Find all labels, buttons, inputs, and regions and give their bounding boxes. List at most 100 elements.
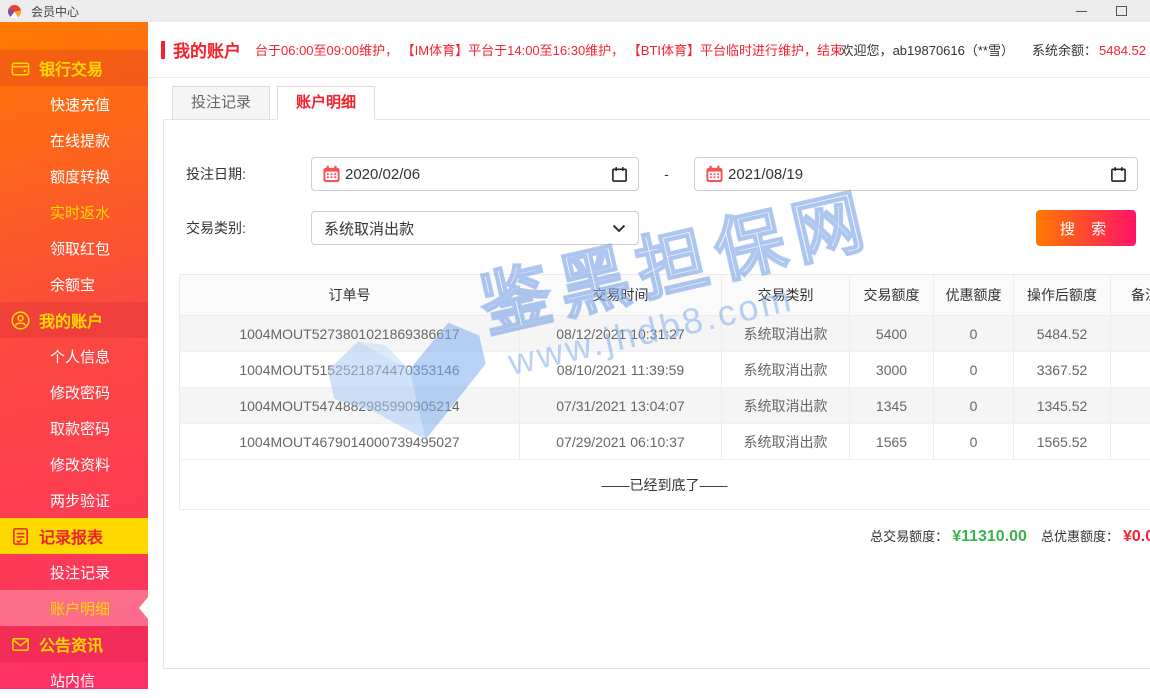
search-button[interactable]: 搜 索 xyxy=(1036,210,1136,246)
sidebar-label: 两步验证 xyxy=(50,490,110,511)
tab-bet-records[interactable]: 投注记录 xyxy=(172,86,270,120)
sidebar-item-personal-info[interactable]: 个人信息 xyxy=(0,338,148,374)
table-cell: 0 xyxy=(934,352,1014,387)
table-cell: 1345.52 xyxy=(1014,388,1111,423)
sidebar-item-edit-profile[interactable]: 修改资料 xyxy=(0,446,148,482)
announcement-bar: 我的账户 台于06:00至09:00维护， 【IM体育】平台于14:00至16:… xyxy=(148,22,1150,78)
tab-account-details[interactable]: 账户明细 xyxy=(277,86,375,120)
sidebar-label: 实时返水 xyxy=(50,202,110,223)
page-title: 我的账户 xyxy=(173,37,241,62)
table-cell: 系统取消出款 xyxy=(722,388,850,423)
user-icon xyxy=(10,310,31,331)
sidebar-label: 修改资料 xyxy=(50,454,110,475)
table-header-row: 订单号交易时间交易类别交易额度优惠额度操作后额度备注 xyxy=(180,275,1150,316)
calendar-icon xyxy=(705,165,724,184)
chevron-down-icon xyxy=(612,224,626,233)
sidebar-item-change-password[interactable]: 修改密码 xyxy=(0,374,148,410)
date-filter-label: 投注日期: xyxy=(186,164,311,184)
table-row-1: 1004MOUT527380102186938661708/12/2021 10… xyxy=(180,316,1150,352)
sidebar-section-my-account[interactable]: 我的账户 xyxy=(0,302,148,338)
date-to-input[interactable]: 2021/08/19 xyxy=(694,157,1138,191)
table-row-4: 1004MOUT467901400073949502707/29/2021 06… xyxy=(180,424,1150,460)
window-titlebar: 会员中心 xyxy=(0,0,1150,22)
sidebar-section-bank-transactions[interactable]: 银行交易 xyxy=(0,50,148,86)
maximize-button[interactable] xyxy=(1104,0,1138,22)
date-from-input[interactable]: 2020/02/06 xyxy=(311,157,639,191)
sidebar-label: 个人信息 xyxy=(50,346,110,367)
sidebar-section-records-report[interactable]: 记录报表 xyxy=(0,518,148,554)
table-row-3: 1004MOUT547488298599090521407/31/2021 13… xyxy=(180,388,1150,424)
app-logo-icon xyxy=(8,5,21,18)
table-cell: 1004MOUT5474882985990905214 xyxy=(180,388,520,423)
minimize-button[interactable] xyxy=(1064,0,1098,22)
date-separator: - xyxy=(639,166,694,182)
table-cell: 08/12/2021 10:31:27 xyxy=(520,316,722,351)
sidebar-item-site-mail[interactable]: 站内信 xyxy=(0,662,148,698)
username: ab19870616（**雪） xyxy=(893,43,1014,58)
sidebar-label: 领取红包 xyxy=(50,238,110,259)
table-cell: 07/31/2021 13:04:07 xyxy=(520,388,722,423)
table-cell: 07/29/2021 06:10:37 xyxy=(520,424,722,459)
sidebar-label: 银行交易 xyxy=(39,56,103,80)
date-picker-icon[interactable] xyxy=(611,166,628,183)
transactions-table: 订单号交易时间交易类别交易额度优惠额度操作后额度备注 1004MOUT52738… xyxy=(179,274,1150,510)
table-cell: 5484.52 xyxy=(1014,316,1111,351)
table-cell: 5400 xyxy=(850,316,934,351)
column-header-3: 交易类别 xyxy=(722,275,850,315)
sidebar: 银行交易快速充值在线提款额度转换实时返水领取红包余额宝我的账户个人信息修改密码取… xyxy=(0,22,148,689)
sidebar-label: 站内信 xyxy=(50,670,95,691)
table-cell xyxy=(1111,424,1150,459)
sidebar-label: 公告资讯 xyxy=(39,632,103,656)
balance-label: 系统余额： xyxy=(1032,43,1097,58)
sidebar-item-online-withdraw[interactable]: 在线提款 xyxy=(0,122,148,158)
sidebar-item-quota-transfer[interactable]: 额度转换 xyxy=(0,158,148,194)
column-header-2: 交易时间 xyxy=(520,275,722,315)
report-icon xyxy=(10,526,31,547)
table-footer: ——已经到底了—— xyxy=(180,460,1150,509)
table-cell: 1565 xyxy=(850,424,934,459)
type-filter-row: 交易类别: 系统取消出款 搜 索 xyxy=(164,210,1150,246)
sidebar-item-account-details[interactable]: 账户明细 xyxy=(0,590,148,626)
total-amount-label: 总交易额度： xyxy=(870,529,948,544)
column-header-7: 备注 xyxy=(1111,275,1150,315)
total-amount-value: ¥11310.00 xyxy=(952,528,1027,545)
date-to-value: 2021/08/19 xyxy=(728,166,1110,183)
welcome-text: 欢迎您，ab19870616（**雪） xyxy=(841,40,1014,59)
sidebar-section-announcements[interactable]: 公告资讯 xyxy=(0,626,148,662)
table-cell: 系统取消出款 xyxy=(722,316,850,351)
sidebar-item-realtime-rebate[interactable]: 实时返水 xyxy=(0,194,148,230)
sidebar-label: 余额宝 xyxy=(50,274,95,295)
sidebar-label: 记录报表 xyxy=(39,524,103,548)
mail-icon xyxy=(10,634,31,655)
welcome-label: 欢迎您， xyxy=(841,43,893,58)
total-discount-value: ¥0.00 xyxy=(1123,528,1150,545)
wallet-icon xyxy=(10,58,31,79)
totals-row: 总交易额度： ¥11310.00 总优惠额度： ¥0.00 xyxy=(179,526,1150,546)
table-row-2: 1004MOUT515252187447035314608/10/2021 11… xyxy=(180,352,1150,388)
table-cell: 0 xyxy=(934,388,1014,423)
sidebar-item-red-packet[interactable]: 领取红包 xyxy=(0,230,148,266)
type-filter-label: 交易类别: xyxy=(186,218,311,238)
sidebar-item-bet-records[interactable]: 投注记录 xyxy=(0,554,148,590)
sidebar-item-withdraw-password[interactable]: 取款密码 xyxy=(0,410,148,446)
sidebar-item-yuebao[interactable]: 余额宝 xyxy=(0,266,148,302)
sidebar-label: 快速充值 xyxy=(50,94,110,115)
minimize-icon xyxy=(1076,11,1087,12)
transaction-type-select[interactable]: 系统取消出款 xyxy=(311,211,639,245)
sidebar-label: 修改密码 xyxy=(50,382,110,403)
sidebar-label: 投注记录 xyxy=(50,562,110,583)
table-cell xyxy=(1111,388,1150,423)
table-cell: 08/10/2021 11:39:59 xyxy=(520,352,722,387)
sidebar-label: 我的账户 xyxy=(39,308,103,332)
sidebar-menu: 银行交易快速充值在线提款额度转换实时返水领取红包余额宝我的账户个人信息修改密码取… xyxy=(0,22,148,698)
calendar-icon xyxy=(322,165,341,184)
sidebar-item-quick-deposit[interactable]: 快速充值 xyxy=(0,86,148,122)
date-picker-icon[interactable] xyxy=(1110,166,1127,183)
column-header-6: 操作后额度 xyxy=(1014,275,1111,315)
table-cell: 3367.52 xyxy=(1014,352,1111,387)
tab-strip: 投注记录 账户明细 xyxy=(148,78,1150,119)
table-cell xyxy=(1111,352,1150,387)
total-discount-label: 总优惠额度： xyxy=(1041,529,1119,544)
maximize-icon xyxy=(1116,6,1127,16)
sidebar-item-two-step-verify[interactable]: 两步验证 xyxy=(0,482,148,518)
